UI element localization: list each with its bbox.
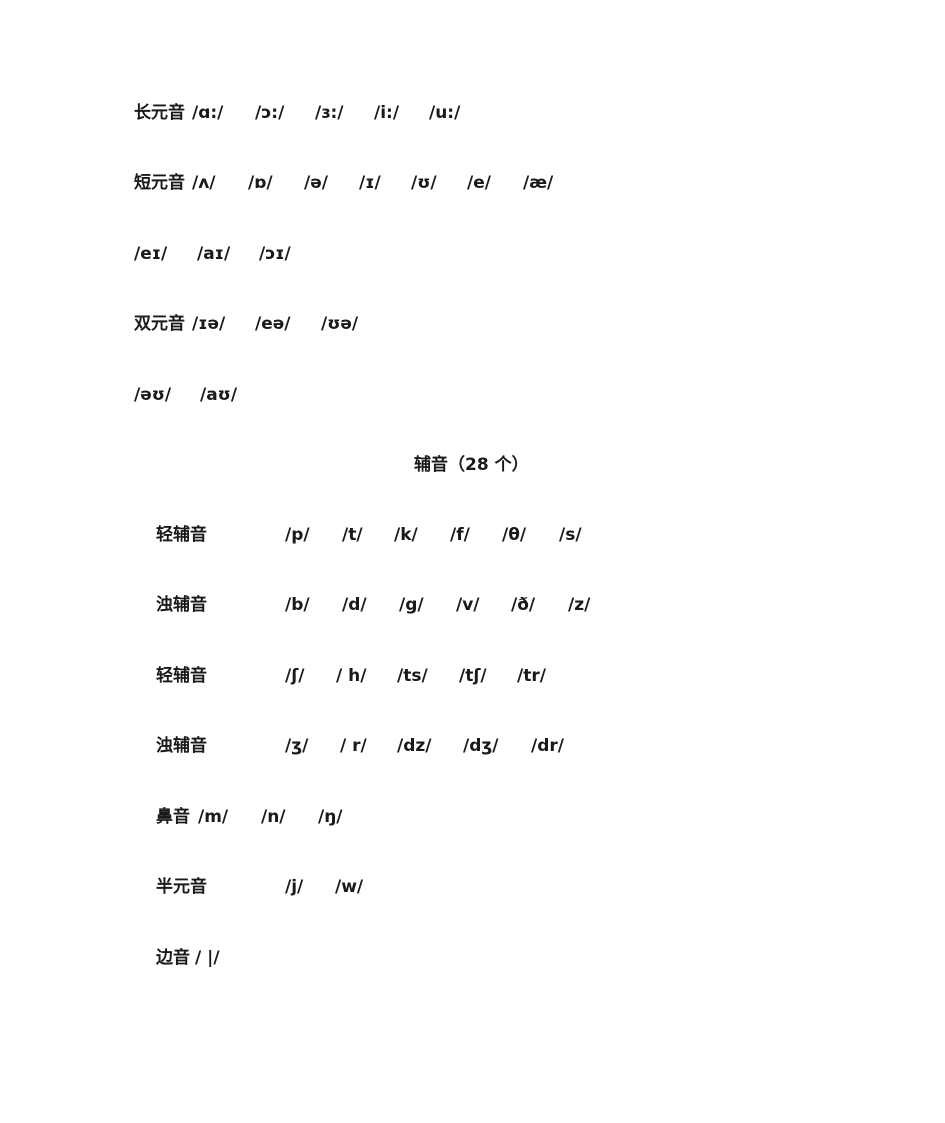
phoneme: /v/ bbox=[456, 595, 480, 615]
phoneme: /t/ bbox=[342, 525, 363, 545]
phoneme: /ŋ/ bbox=[318, 807, 343, 827]
phoneme: /ɪ/ bbox=[359, 173, 381, 193]
phoneme: /j/ bbox=[285, 877, 304, 897]
row-label: 双元音 bbox=[134, 314, 185, 334]
phoneme: /aɪ/ bbox=[197, 244, 231, 264]
phoneme: /g/ bbox=[399, 595, 424, 615]
phoneme: /z/ bbox=[568, 595, 591, 615]
consonants-heading: 辅音（28 个） bbox=[414, 455, 529, 475]
phoneme: /əʊ/ bbox=[134, 385, 172, 405]
phoneme: /p/ bbox=[285, 525, 310, 545]
phoneme: /eɪ/ bbox=[134, 244, 168, 264]
phoneme: / h/ bbox=[336, 666, 367, 686]
phoneme: /i:/ bbox=[374, 103, 400, 123]
phoneme: /ɪə/ bbox=[192, 314, 226, 334]
phoneme: /dʒ/ bbox=[463, 736, 499, 756]
phoneme: /n/ bbox=[261, 807, 286, 827]
phoneme: /ə/ bbox=[304, 173, 328, 193]
phoneme: /b/ bbox=[285, 595, 310, 615]
phoneme: /ɒ/ bbox=[248, 173, 273, 193]
row-label: 长元音 bbox=[134, 103, 185, 123]
phoneme: /f/ bbox=[450, 525, 470, 545]
phoneme: /ɑ:/ bbox=[192, 103, 224, 123]
phoneme: / |/ bbox=[195, 948, 220, 968]
phoneme: /w/ bbox=[335, 877, 364, 897]
phoneme: /e/ bbox=[467, 173, 491, 193]
phoneme: /ts/ bbox=[397, 666, 428, 686]
phoneme: /tr/ bbox=[517, 666, 546, 686]
phoneme: /ð/ bbox=[511, 595, 536, 615]
phoneme: /s/ bbox=[559, 525, 582, 545]
phoneme: /tʃ/ bbox=[459, 666, 487, 686]
phoneme: /dr/ bbox=[531, 736, 564, 756]
phoneme: /ʃ/ bbox=[285, 666, 305, 686]
phoneme: /θ/ bbox=[502, 525, 527, 545]
phoneme: /ɜ:/ bbox=[315, 103, 344, 123]
row-label: 轻辅音 bbox=[156, 666, 207, 686]
phoneme: /ɔ:/ bbox=[255, 103, 285, 123]
phoneme: /d/ bbox=[342, 595, 367, 615]
phoneme: /ʊ/ bbox=[411, 173, 437, 193]
phoneme: / r/ bbox=[340, 736, 367, 756]
row-label: 鼻音 bbox=[156, 807, 190, 827]
phoneme: /ʌ/ bbox=[192, 173, 216, 193]
phoneme: /m/ bbox=[198, 807, 229, 827]
row-label: 短元音 bbox=[134, 173, 185, 193]
phoneme: /eə/ bbox=[255, 314, 291, 334]
row-label: 半元音 bbox=[156, 877, 207, 897]
phoneme: /æ/ bbox=[523, 173, 554, 193]
phoneme: /u:/ bbox=[429, 103, 461, 123]
row-label: 轻辅音 bbox=[156, 525, 207, 545]
phoneme: /dz/ bbox=[397, 736, 432, 756]
row-label: 边音 bbox=[156, 948, 190, 968]
phoneme: /aʊ/ bbox=[200, 385, 238, 405]
phoneme: /ɔɪ/ bbox=[259, 244, 291, 264]
phoneme: /k/ bbox=[394, 525, 418, 545]
phoneme: /ʒ/ bbox=[285, 736, 309, 756]
phoneme: /ʊə/ bbox=[321, 314, 359, 334]
row-label: 浊辅音 bbox=[156, 736, 207, 756]
row-label: 浊辅音 bbox=[156, 595, 207, 615]
